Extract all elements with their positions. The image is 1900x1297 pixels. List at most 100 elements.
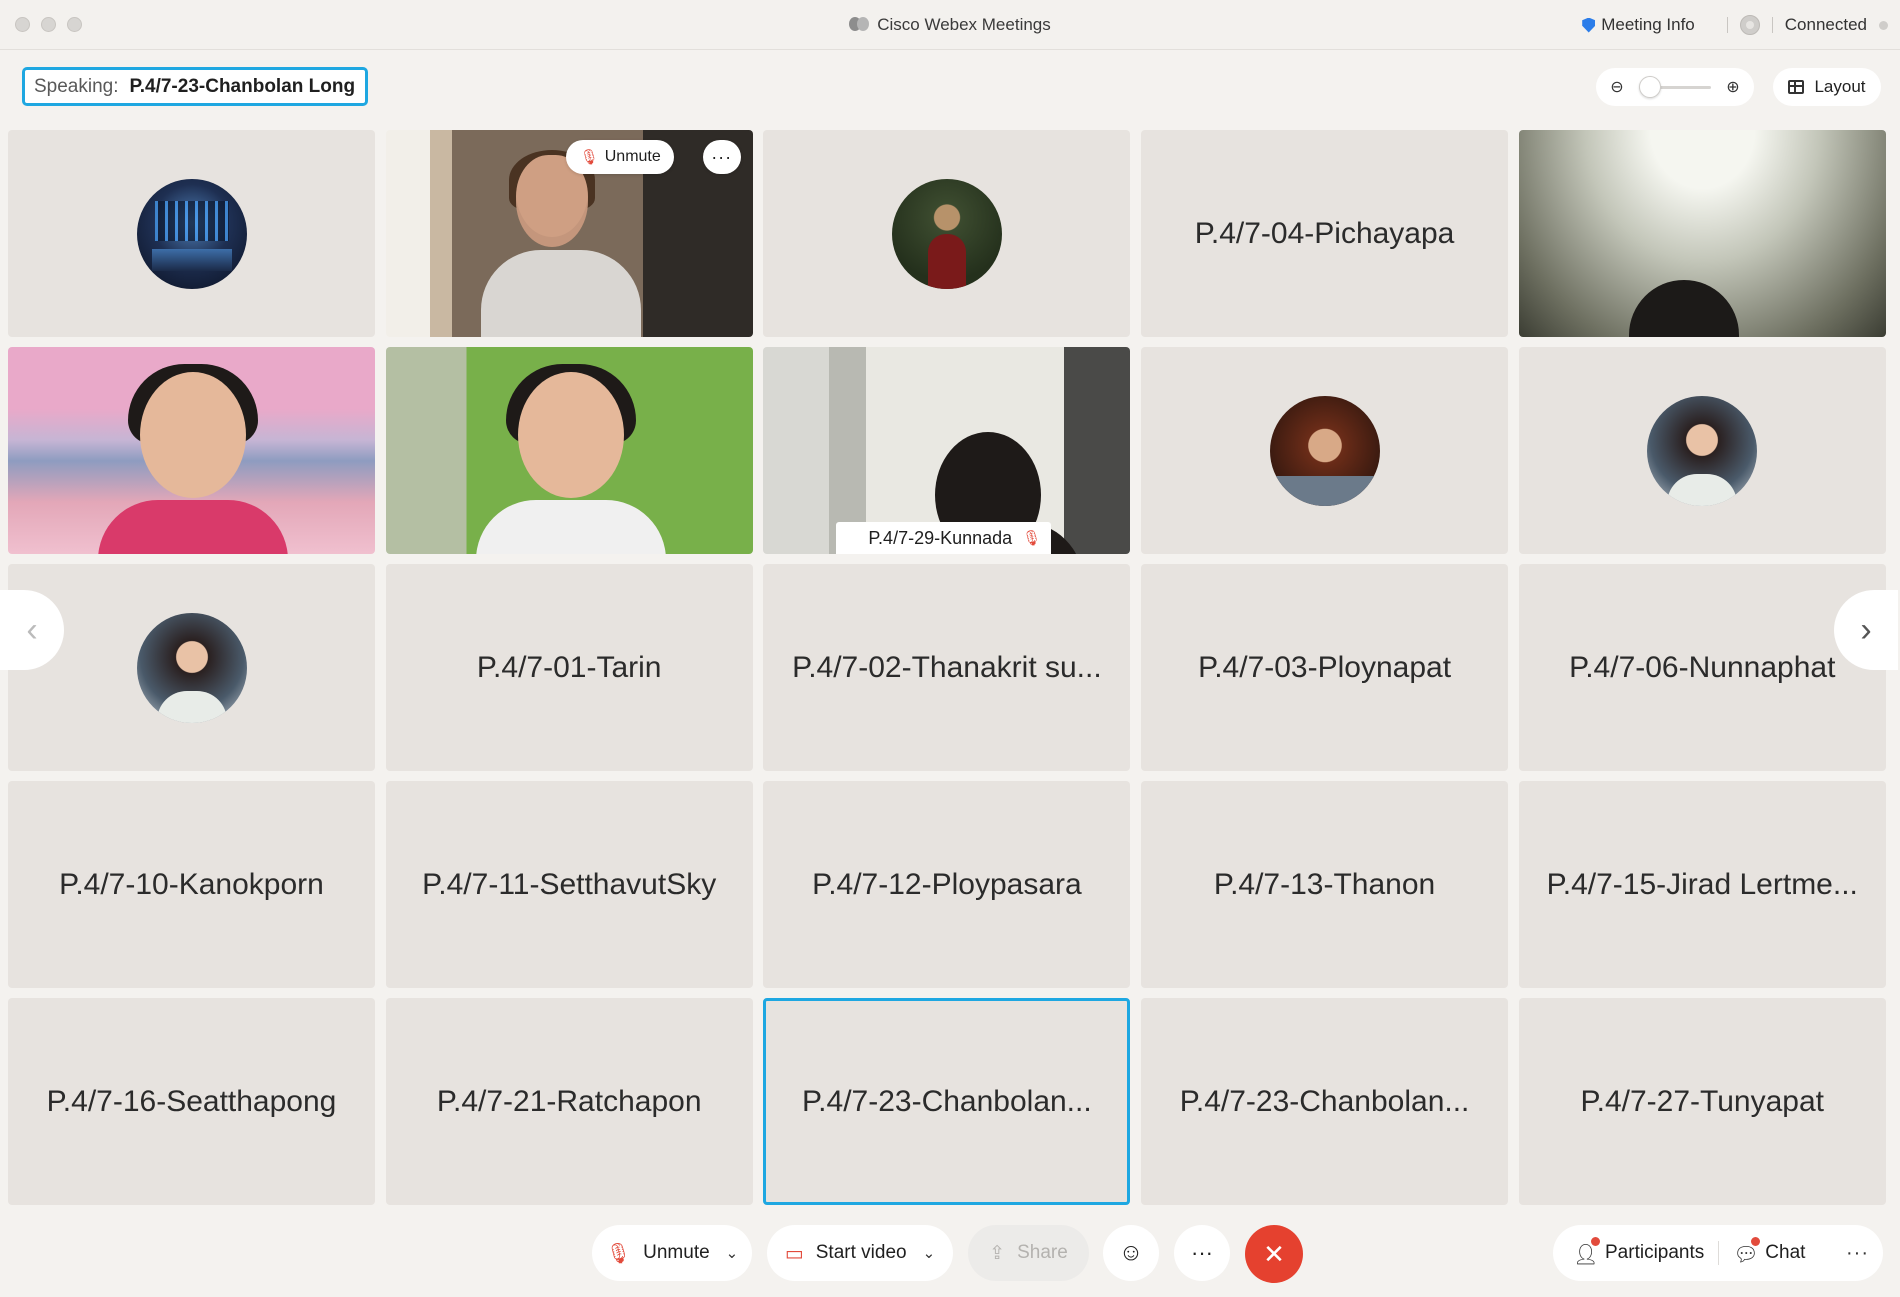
participant-tile[interactable]: P.4/7-03-Ploynapat (1141, 564, 1509, 771)
participant-name: P.4/7-06-Nunnaphat (1569, 650, 1836, 684)
more-options-button[interactable]: ··· (1174, 1225, 1230, 1281)
zoom-slider[interactable] (1639, 75, 1711, 98)
participants-button[interactable]: 👤︎ Participants (1573, 1237, 1704, 1266)
participant-name: P.4/7-02-Thanakrit su... (792, 650, 1102, 684)
participant-tile[interactable] (8, 564, 375, 771)
participant-name: P.4/7-10-Kanokporn (59, 867, 324, 901)
panel-toggle-group: 👤︎ Participants 💬︎ Chat ··· (1553, 1225, 1883, 1281)
meeting-info-label: Meeting Info (1601, 15, 1695, 34)
chat-button[interactable]: 💬︎ Chat (1733, 1237, 1806, 1266)
participant-name: P.4/7-04-Pichayapa (1194, 216, 1455, 250)
mic-muted-icon: 🎙︎ (605, 1242, 632, 1265)
avatar (1269, 395, 1380, 506)
participant-name: P.4/7-03-Ploynapat (1198, 650, 1452, 684)
share-button[interactable]: ⇪ Share (968, 1225, 1089, 1281)
tile-unmute-button[interactable]: 🎙︎ Unmute (565, 140, 674, 174)
smiley-icon: ☺ (1118, 1239, 1144, 1266)
avatar (136, 178, 247, 289)
participant-tile[interactable]: P.4/7-11-SetthavutSky (385, 781, 753, 988)
participant-tile[interactable]: P.4/7-23-Chanbolan... (1141, 998, 1509, 1205)
chevron-down-icon[interactable]: ⌄ (726, 1244, 739, 1262)
chat-label: Chat (1765, 1242, 1806, 1263)
divider (1771, 17, 1773, 33)
zoom-control: ⊖ ⊕ (1596, 68, 1754, 106)
participant-tile[interactable] (8, 130, 375, 337)
participant-name: P.4/7-12-Ploypasara (812, 867, 1082, 901)
connection-dot-icon (1879, 20, 1888, 30)
participant-tile[interactable]: P.4/7-01-Tarin (385, 564, 753, 771)
share-icon: ⇪ (989, 1242, 1006, 1264)
title-bar-status: Meeting Info Connected (1582, 0, 1900, 50)
chat-icon: 💬︎ (1733, 1237, 1761, 1266)
start-video-label: Start video (815, 1242, 907, 1263)
participant-name: P.4/7-21-Ratchapon (436, 1084, 702, 1118)
layout-button[interactable]: Layout (1773, 68, 1881, 106)
leave-meeting-button[interactable]: ✕ (1245, 1225, 1303, 1283)
tile-unmute-label: Unmute (604, 148, 661, 165)
video-feed (480, 150, 641, 337)
participant-video-tile[interactable] (385, 347, 753, 554)
chevron-left-icon: ‹ (26, 610, 38, 649)
participant-video-tile[interactable] (8, 347, 375, 554)
participant-tile[interactable] (1141, 347, 1509, 554)
participant-tile[interactable]: P.4/7-02-Thanakrit su... (763, 564, 1131, 771)
active-speaker-tile[interactable]: P.4/7-23-Chanbolan... (763, 998, 1131, 1205)
layout-label: Layout (1814, 77, 1866, 96)
participant-name: P.4/7-16-Seatthapong (46, 1084, 337, 1118)
grid-layout-icon (1788, 80, 1805, 94)
participant-tile[interactable]: P.4/7-13-Thanon (1141, 781, 1509, 988)
start-video-button[interactable]: ▭ Start video ⌄ (767, 1225, 953, 1281)
unmute-label: Unmute (643, 1242, 710, 1263)
participants-icon: 👤︎ (1573, 1237, 1600, 1266)
participant-video-tile[interactable] (1518, 130, 1886, 337)
participant-tile[interactable] (1518, 347, 1886, 554)
chevron-down-icon[interactable]: ⌄ (923, 1244, 936, 1262)
zoom-out-icon[interactable]: ⊖ (1609, 77, 1625, 97)
participant-video-tile[interactable]: 🎙︎ Unmute ··· (385, 130, 753, 337)
participant-tile[interactable]: P.4/7-10-Kanokporn (8, 781, 375, 988)
participant-name: P.4/7-11-SetthavutSky (422, 867, 717, 901)
chevron-right-icon: › (1860, 610, 1872, 649)
speaking-indicator: Speaking: P.4/7-23-Chanbolan Long (22, 67, 368, 106)
app-title-text: Cisco Webex Meetings (877, 15, 1051, 34)
participant-tile[interactable] (763, 130, 1131, 337)
participant-tile[interactable]: P.4/7-06-Nunnaphat (1518, 564, 1886, 771)
participant-name: P.4/7-23-Chanbolan... (802, 1084, 1092, 1118)
participant-tile[interactable]: P.4/7-12-Ploypasara (763, 781, 1131, 988)
video-feed (98, 364, 288, 554)
reactions-button[interactable]: ☺ (1103, 1225, 1159, 1281)
participant-name: P.4/7-27-Tunyapat (1580, 1084, 1824, 1118)
participant-name: P.4/7-01-Tarin (476, 650, 662, 684)
video-name-label: P.4/7-29-Kunnada 🎙︎ (836, 522, 1052, 554)
video-feed (475, 364, 666, 554)
participant-tile[interactable]: P.4/7-21-Ratchapon (385, 998, 753, 1205)
participant-tile[interactable]: P.4/7-16-Seatthapong (8, 998, 375, 1205)
participant-name: P.4/7-15-Jirad Lertme... (1546, 867, 1858, 901)
participant-tile[interactable]: P.4/7-04-Pichayapa (1141, 130, 1509, 337)
mic-muted-icon: 🎙︎ (1022, 530, 1042, 547)
unmute-button[interactable]: 🎙︎ Unmute ⌄ (592, 1225, 752, 1281)
shield-icon (1582, 17, 1596, 33)
participant-video-tile[interactable]: P.4/7-29-Kunnada 🎙︎ (763, 347, 1131, 554)
close-icon: ✕ (1263, 1238, 1285, 1269)
tile-more-button[interactable]: ··· (702, 140, 741, 174)
meeting-info-button[interactable]: Meeting Info (1582, 15, 1695, 35)
video-off-icon: ▭ (784, 1242, 804, 1265)
webex-logo-icon (849, 17, 870, 31)
more-options-icon: ··· (1191, 1240, 1213, 1265)
more-options-icon: ··· (711, 146, 733, 167)
panel-overflow-button[interactable]: ··· (1846, 1242, 1869, 1265)
speaking-label: Speaking: (34, 75, 119, 97)
divider (1718, 1241, 1720, 1265)
participant-tile[interactable]: P.4/7-27-Tunyapat (1518, 998, 1886, 1205)
connection-status: Connected (1784, 15, 1867, 34)
notification-dot (1751, 1237, 1761, 1246)
participant-grid: 🎙︎ Unmute ··· P.4/7-04-Pichayapa P.4/7-2… (8, 130, 1886, 1205)
participant-name: P.4/7-23-Chanbolan... (1179, 1084, 1470, 1118)
avatar (136, 612, 247, 723)
zoom-in-icon[interactable]: ⊕ (1725, 77, 1741, 97)
zoom-slider-handle[interactable] (1639, 75, 1661, 98)
recording-icon[interactable] (1739, 15, 1760, 35)
participant-tile[interactable]: P.4/7-15-Jirad Lertme... (1518, 781, 1886, 988)
notification-dot (1591, 1237, 1600, 1246)
